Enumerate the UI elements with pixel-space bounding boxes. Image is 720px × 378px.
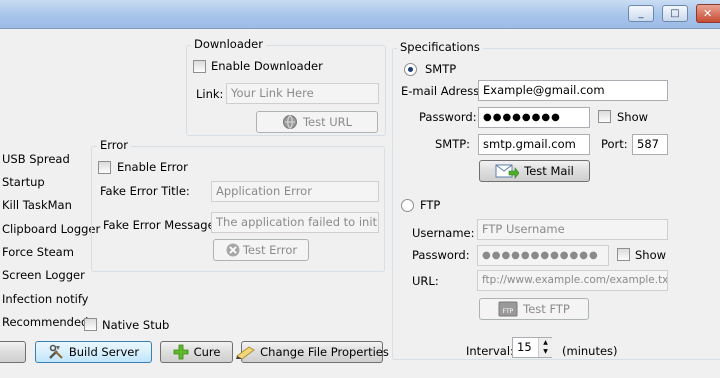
- option-usb-spread[interactable]: USB Spread: [2, 152, 70, 166]
- minimize-icon: _: [638, 8, 644, 19]
- url-label: URL:: [412, 274, 439, 288]
- password-label: Password:: [419, 110, 477, 124]
- option-infection-notify[interactable]: Infection notify: [2, 292, 89, 306]
- change-file-properties-button[interactable]: Change File Properties: [236, 341, 389, 363]
- test-mail-label: Test Mail: [524, 164, 574, 178]
- test-error-label: Test Error: [242, 243, 298, 257]
- enable-downloader-checkbox[interactable]: [193, 60, 206, 73]
- show-password-label: Show: [617, 110, 649, 124]
- option-kill-taskman[interactable]: Kill TaskMan: [2, 198, 72, 212]
- option-startup[interactable]: Startup: [2, 175, 45, 189]
- pencil-icon: [235, 344, 257, 360]
- show-password-checkbox[interactable]: [598, 110, 611, 123]
- native-stub-checkbox[interactable]: [84, 318, 97, 331]
- title-bar: _ □ ✕: [0, 0, 720, 29]
- test-mail-button[interactable]: Test Mail: [479, 160, 590, 182]
- maximize-button[interactable]: □: [662, 5, 688, 22]
- close-button[interactable]: ✕: [696, 4, 720, 23]
- ftp-username-input[interactable]: FTP Username: [477, 219, 668, 240]
- option-screen-logger[interactable]: Screen Logger: [2, 268, 85, 282]
- password-input[interactable]: ●●●●●●●●: [478, 107, 590, 128]
- ftp-url-input[interactable]: ftp://www.example.com/example.txt: [477, 270, 668, 291]
- test-url-button[interactable]: Test URL: [256, 111, 378, 133]
- mail-send-icon: [495, 163, 520, 179]
- smtp-radio[interactable]: [404, 63, 417, 76]
- link-input[interactable]: Your Link Here: [226, 83, 379, 104]
- link-label: Link:: [196, 87, 224, 101]
- smtp-radio-label: SMTP: [425, 62, 457, 76]
- ftp-show-password-checkbox[interactable]: [617, 248, 630, 261]
- ftp-icon: FTP: [498, 301, 518, 317]
- build-server-label: Build Server: [68, 345, 140, 359]
- enable-error-label: Enable Error: [117, 160, 188, 174]
- fake-error-title-input[interactable]: Application Error: [211, 181, 379, 202]
- error-icon: [225, 242, 241, 258]
- test-url-label: Test URL: [302, 115, 353, 129]
- username-label: Username:: [412, 226, 475, 240]
- cure-button[interactable]: Cure: [160, 341, 233, 363]
- stepper-down-icon[interactable]: ▼: [538, 347, 552, 357]
- ftp-password-input[interactable]: ●●●●●●●●●●●●: [477, 245, 609, 266]
- maximize-icon: □: [670, 8, 680, 19]
- smtp-label: SMTP:: [435, 137, 471, 151]
- minimize-button[interactable]: _: [628, 5, 654, 22]
- port-input[interactable]: 587: [632, 134, 668, 155]
- test-error-button[interactable]: Test Error: [213, 239, 309, 261]
- email-label: E-mail Adress:: [401, 84, 484, 98]
- option-force-steam[interactable]: Force Steam: [2, 245, 74, 259]
- downloader-group-title: Downloader: [191, 38, 266, 51]
- email-input[interactable]: Example@gmail.com: [478, 80, 668, 101]
- error-group-title: Error: [97, 139, 132, 152]
- left-partial-button[interactable]: [0, 341, 26, 363]
- ftp-password-label: Password:: [412, 248, 470, 262]
- fake-error-message-input[interactable]: The application failed to initialize pro…: [211, 212, 379, 233]
- ftp-radio[interactable]: [401, 199, 414, 212]
- build-server-button[interactable]: Build Server: [35, 341, 152, 363]
- option-recommended[interactable]: Recommended: [2, 315, 88, 329]
- ftp-show-password-label: Show: [635, 248, 667, 262]
- change-file-properties-label: Change File Properties: [260, 345, 389, 359]
- close-icon: ✕: [703, 7, 713, 20]
- native-stub-label: Native Stub: [102, 318, 170, 332]
- plus-icon: [173, 344, 189, 360]
- svg-text:FTP: FTP: [503, 308, 514, 315]
- option-clipboard-logger[interactable]: Clipboard Logger: [2, 222, 100, 236]
- smtp-input[interactable]: smtp.gmail.com: [478, 134, 590, 155]
- fake-error-title-label: Fake Error Title:: [100, 184, 190, 198]
- fake-error-message-label: Fake Error Message:: [103, 218, 219, 232]
- tools-icon: [48, 344, 64, 360]
- specifications-group-title: Specifications: [397, 41, 483, 54]
- test-ftp-button[interactable]: FTP Test FTP: [479, 298, 589, 320]
- globe-icon: [282, 114, 298, 130]
- stepper-up-icon[interactable]: ▲: [538, 338, 552, 347]
- interval-label: Interval:: [466, 344, 514, 358]
- enable-downloader-label: Enable Downloader: [211, 59, 323, 73]
- test-ftp-label: Test FTP: [523, 302, 570, 316]
- enable-error-checkbox[interactable]: [98, 161, 111, 174]
- interval-unit-label: (minutes): [562, 344, 618, 358]
- cure-label: Cure: [193, 345, 221, 359]
- ftp-radio-label: FTP: [420, 198, 441, 212]
- port-label: Port:: [601, 137, 628, 151]
